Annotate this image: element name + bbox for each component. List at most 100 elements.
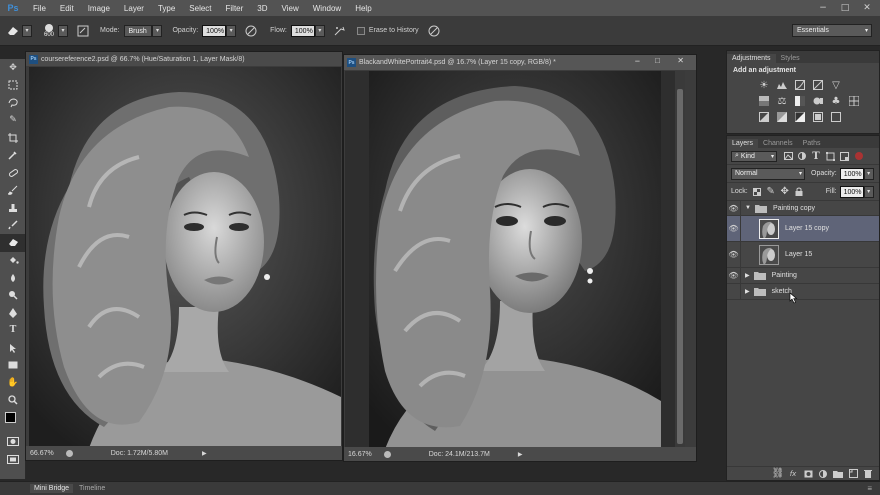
minimize-button[interactable]: − — [812, 0, 834, 16]
filter-toggle-icon[interactable] — [855, 152, 863, 160]
selective-color-icon[interactable] — [811, 110, 825, 124]
color-swatches[interactable] — [0, 409, 26, 433]
layer-row-sketch[interactable]: 👁 ▶ sketch — [727, 283, 879, 304]
opacity-dropdown[interactable]: ▾ — [226, 24, 237, 37]
workspace-switcher[interactable]: Essentials ▾ — [792, 24, 872, 37]
brush-tool-icon[interactable] — [0, 182, 26, 200]
move-tool-icon[interactable]: ✥ — [0, 59, 26, 77]
layer-row-layer-15[interactable]: 👁 Layer 15 — [727, 241, 879, 268]
erase-to-history-checkbox[interactable] — [356, 26, 365, 35]
hue-saturation-icon[interactable] — [757, 94, 771, 108]
tab-channels[interactable]: Channels — [758, 139, 798, 148]
flow-input[interactable]: 100% — [290, 24, 315, 37]
channel-mixer-icon[interactable]: ♣ — [829, 94, 843, 108]
mode-select[interactable]: Brush — [124, 24, 153, 37]
eye-icon[interactable]: 👁 — [727, 267, 741, 284]
eye-icon[interactable]: 👁 — [727, 241, 741, 268]
menu-help[interactable]: Help — [348, 4, 378, 13]
paint-bucket-tool-icon[interactable] — [0, 252, 26, 270]
delete-layer-icon[interactable] — [863, 467, 873, 481]
posterize-icon[interactable] — [775, 110, 789, 124]
fill-dropdown[interactable]: ▾ — [863, 185, 874, 198]
lasso-tool-icon[interactable] — [0, 94, 26, 112]
layer-style-icon[interactable]: fx — [788, 467, 798, 481]
pen-tool-icon[interactable] — [0, 304, 26, 322]
status-menu-arrow-icon[interactable]: ▶ — [518, 451, 523, 458]
pixel-filter-icon[interactable] — [781, 149, 795, 163]
eraser-tool-icon[interactable] — [6, 24, 20, 38]
new-adjustment-layer-icon[interactable] — [818, 467, 828, 481]
clone-stamp-tool-icon[interactable] — [0, 199, 26, 217]
adjustment-filter-icon[interactable] — [795, 149, 809, 163]
levels-icon[interactable] — [775, 78, 789, 92]
zoom-level-reference[interactable]: 66.67% — [30, 450, 54, 457]
brush-picker-dropdown[interactable]: ▾ — [58, 24, 68, 37]
gradient-map-icon[interactable] — [829, 110, 843, 124]
pressure-size-icon[interactable] — [427, 24, 441, 38]
foreground-color-swatch[interactable] — [5, 412, 16, 423]
tool-preset-dropdown[interactable]: ▾ — [22, 24, 32, 37]
brush-panel-toggle-icon[interactable] — [76, 24, 90, 38]
screen-mode-icon[interactable] — [0, 451, 26, 469]
lock-pixels-icon[interactable]: ✎ — [764, 185, 778, 199]
menu-file[interactable]: File — [26, 4, 53, 13]
window-close-icon[interactable]: ✕ — [677, 56, 684, 65]
menu-window[interactable]: Window — [306, 4, 348, 13]
window-minimize-icon[interactable]: − — [635, 56, 640, 66]
tab-mini-bridge[interactable]: Mini Bridge — [30, 484, 74, 493]
maximize-button[interactable]: □ — [834, 0, 856, 16]
black-white-icon[interactable] — [793, 94, 807, 108]
mode-dropdown[interactable]: ▾ — [152, 24, 163, 37]
vibrance-icon[interactable]: ▽ — [829, 78, 843, 92]
photo-filter-icon[interactable] — [811, 94, 825, 108]
new-group-icon[interactable] — [833, 467, 843, 481]
rectangle-tool-icon[interactable] — [0, 357, 26, 375]
airbrush-icon[interactable] — [333, 24, 347, 38]
tab-layers[interactable]: Layers — [727, 139, 759, 148]
layer-row-painting[interactable]: 👁 ▶ Painting — [727, 267, 879, 284]
eye-icon[interactable]: 👁 — [727, 215, 741, 242]
threshold-icon[interactable] — [793, 110, 807, 124]
close-button[interactable]: ✕ — [856, 0, 878, 16]
document-tab-painting[interactable]: Ps BlackandWhitePortrait4.psd @ 16.7% (L… — [344, 55, 696, 70]
pressure-opacity-icon[interactable] — [244, 24, 258, 38]
type-filter-icon[interactable]: T — [809, 149, 823, 163]
history-brush-tool-icon[interactable] — [0, 217, 26, 235]
brightness-contrast-icon[interactable]: ☀ — [757, 78, 771, 92]
menu-type[interactable]: Type — [151, 4, 182, 13]
menu-image[interactable]: Image — [81, 4, 117, 13]
panel-menu-icon[interactable]: ≡ — [867, 484, 872, 493]
hand-tool-icon[interactable]: ✋ — [0, 374, 26, 392]
tab-timeline[interactable]: Timeline — [79, 485, 105, 492]
lock-position-icon[interactable]: ✥ — [778, 185, 792, 199]
menu-layer[interactable]: Layer — [117, 4, 151, 13]
eye-icon[interactable]: 👁 — [727, 200, 741, 216]
zoom-level-painting[interactable]: 16.67% — [348, 451, 372, 458]
menu-select[interactable]: Select — [182, 4, 218, 13]
zoom-tool-icon[interactable] — [0, 392, 26, 410]
group-collapsed-icon[interactable]: ▶ — [745, 272, 750, 279]
tab-paths[interactable]: Paths — [798, 139, 826, 148]
status-info-icon[interactable] — [383, 450, 391, 458]
smart-object-filter-icon[interactable] — [837, 149, 851, 163]
layer-filter-kind-select[interactable]: ⌕ Kind ▾ — [731, 150, 777, 162]
blur-tool-icon[interactable] — [0, 269, 26, 287]
layer-row-layer-15-copy[interactable]: 👁 Layer 15 copy — [727, 215, 879, 242]
new-layer-icon[interactable] — [848, 467, 858, 481]
canvas-reference[interactable] — [29, 67, 341, 448]
blend-mode-select[interactable]: Normal ▾ — [731, 167, 805, 180]
layer-opacity-dropdown[interactable]: ▾ — [863, 167, 874, 180]
menu-filter[interactable]: Filter — [219, 4, 251, 13]
invert-icon[interactable] — [757, 110, 771, 124]
path-selection-tool-icon[interactable] — [0, 339, 26, 357]
tab-adjustments[interactable]: Adjustments — [727, 54, 776, 63]
eraser-tool-icon[interactable] — [0, 234, 26, 252]
marquee-tool-icon[interactable] — [0, 77, 26, 95]
color-lookup-icon[interactable] — [847, 94, 861, 108]
brush-preset-picker[interactable]: 600 — [40, 23, 58, 38]
document-tab-reference[interactable]: Ps coursereference2.psd @ 66.7% (Hue/Sat… — [26, 52, 342, 66]
window-restore-icon[interactable]: □ — [655, 56, 660, 65]
shape-filter-icon[interactable] — [823, 149, 837, 163]
menu-edit[interactable]: Edit — [53, 4, 81, 13]
menu-3d[interactable]: 3D — [250, 4, 274, 13]
